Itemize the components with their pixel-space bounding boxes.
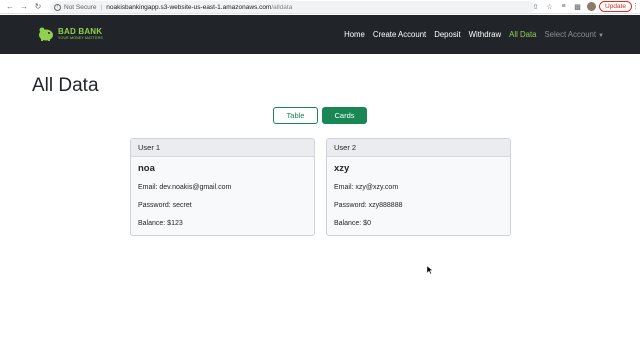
address-separator: |	[100, 3, 103, 11]
extensions-icon[interactable]: ▩	[573, 2, 582, 11]
view-toggle: Table Cards	[273, 107, 367, 124]
reading-list-icon[interactable]: ≡	[559, 2, 568, 11]
warning-icon: !	[54, 3, 61, 11]
card-balance: Balance: $123	[138, 220, 183, 227]
card-email: Email: dev.noakis@gmail.com	[138, 184, 232, 191]
card-user-name: xzy	[334, 163, 350, 174]
mouse-cursor-icon	[427, 266, 433, 274]
share-icon[interactable]: ⇧	[531, 2, 540, 11]
address-bar[interactable]: ! Not Secure | noakisbankingapp.s3-websi…	[50, 1, 535, 13]
page-title: All Data	[32, 75, 99, 96]
card-header: User 1	[131, 139, 314, 157]
nav-all-data[interactable]: All Data	[509, 30, 536, 39]
security-label: Not Secure	[64, 3, 97, 11]
user-card: User 1 noa Email: dev.noakis@gmail.com P…	[130, 138, 315, 236]
profile-avatar[interactable]	[587, 2, 596, 11]
navbar: BAD BANK YOUR MONEY MATTERS Home Create …	[0, 15, 640, 54]
back-arrow-icon[interactable]: ←	[3, 0, 17, 14]
card-password: Password: secret	[138, 202, 192, 209]
nav-deposit[interactable]: Deposit	[434, 30, 460, 39]
piggy-bank-icon	[39, 27, 53, 41]
nav-links: Home Create Account Deposit Withdraw All…	[344, 15, 604, 54]
brand-logo[interactable]: BAD BANK YOUR MONEY MATTERS	[37, 26, 103, 42]
nav-create-account[interactable]: Create Account	[373, 30, 426, 39]
card-balance: Balance: $0	[334, 220, 371, 227]
update-button[interactable]: Update	[599, 1, 632, 12]
card-user-name: noa	[138, 163, 155, 174]
card-password: Password: xzy888888	[334, 202, 403, 209]
table-view-button[interactable]: Table	[273, 107, 318, 124]
bookmark-star-icon[interactable]: ☆	[545, 2, 554, 11]
brand-tagline: YOUR MONEY MATTERS	[58, 35, 103, 40]
url-host: noakisbankingapp.s3-website-us-east-1.am…	[106, 3, 272, 11]
update-label: Update	[605, 3, 626, 10]
url-path: /alldata	[271, 3, 293, 11]
brand-name: BAD BANK	[58, 26, 103, 36]
select-account-label: Select Account	[544, 30, 597, 39]
cards-view-button[interactable]: Cards	[322, 107, 367, 124]
more-options-icon[interactable]: ⋮	[632, 2, 639, 10]
card-header: User 2	[327, 139, 510, 157]
reload-icon[interactable]: ↻	[31, 0, 45, 14]
caret-down-icon: ▼	[598, 33, 604, 39]
nav-home[interactable]: Home	[344, 30, 365, 39]
browser-toolbar: ← → ↻ ! Not Secure | noakisbankingapp.s3…	[0, 0, 640, 14]
card-email: Email: xzy@xzy.com	[334, 184, 399, 191]
nav-withdraw[interactable]: Withdraw	[469, 30, 502, 39]
nav-select-account-dropdown[interactable]: Select Account ▼	[544, 30, 604, 39]
forward-arrow-icon[interactable]: →	[17, 0, 31, 14]
user-cards: User 1 noa Email: dev.noakis@gmail.com P…	[130, 138, 511, 236]
user-card: User 2 xzy Email: xzy@xzy.com Password: …	[326, 138, 511, 236]
